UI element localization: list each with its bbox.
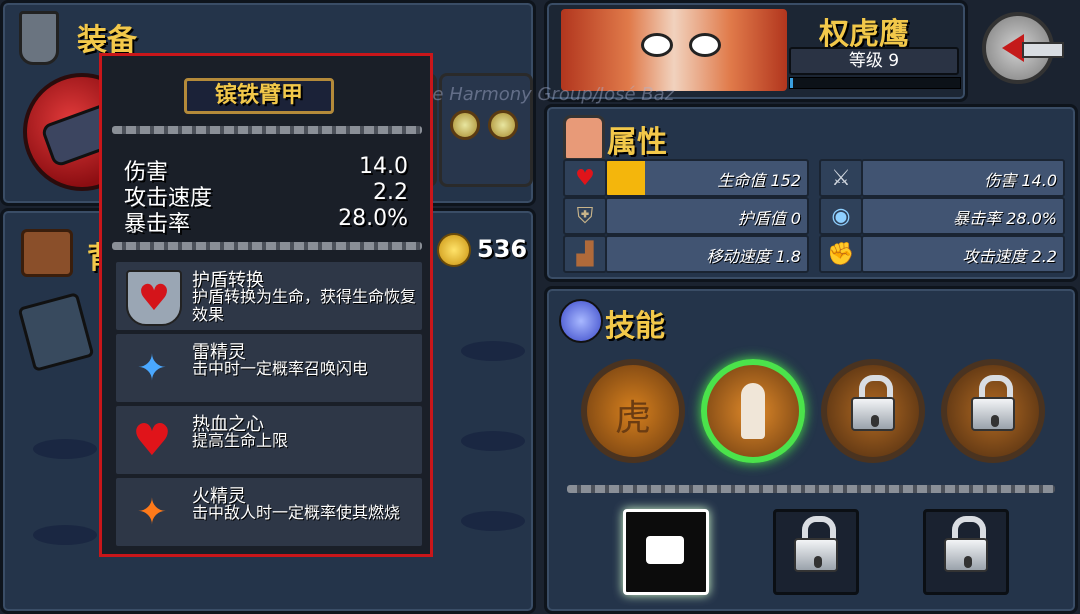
stat-attack-speed: 攻击速度 2.2 xyxy=(124,180,408,211)
empty-slot[interactable] xyxy=(461,341,525,361)
attributes-panel: 属性 ♥ 生命值 152 ⚔ 伤害 14.0 ⛨ 护盾值 0 ◉ 暴击率 28.0% ▟ 移动速度… xyxy=(544,104,1078,282)
character-portrait xyxy=(561,9,787,91)
effect-fire-sprite: ✦ 火精灵 击中敌人时一定概率使其燃烧 xyxy=(116,478,422,546)
empty-slot[interactable] xyxy=(33,439,97,459)
shield-icon: ⛨ xyxy=(563,197,607,235)
item-name: 镔铁臂甲 xyxy=(214,83,303,108)
attribute-row: ✊ 攻击速度 2.2 xyxy=(819,235,1065,273)
attribute-row: ▟ 移动速度 1.8 xyxy=(563,235,809,273)
lock-icon xyxy=(971,375,1015,431)
chain-divider xyxy=(112,126,422,134)
attribute-row: ⚔ 伤害 14.0 xyxy=(819,159,1065,197)
fire-sprite-icon: ✦ xyxy=(136,491,168,533)
empty-slot[interactable] xyxy=(461,511,525,531)
xp-bar xyxy=(789,77,961,89)
attribute-bar: 攻击速度 2.2 xyxy=(861,235,1065,273)
thunder-sprite-icon: ✦ xyxy=(136,347,168,389)
lock-icon xyxy=(794,516,838,572)
coin-icon xyxy=(437,233,471,267)
arrow-left-icon xyxy=(1002,34,1024,62)
back-button[interactable] xyxy=(978,8,1068,88)
attribute-label: 伤害 14.0 xyxy=(984,171,1057,190)
coin-count: 536 xyxy=(477,235,528,263)
lock-icon xyxy=(851,375,895,431)
level-label: 等级 9 xyxy=(848,51,900,71)
stat-damage: 伤害 14.0 xyxy=(124,154,408,185)
stat-value: 2.2 xyxy=(373,180,408,205)
eye-icon: ◉ xyxy=(819,197,863,235)
attribute-bar: 暴击率 28.0% xyxy=(861,197,1065,235)
locked-active-1[interactable] xyxy=(773,509,859,595)
stat-crit-rate: 暴击率 28.0% xyxy=(124,206,408,237)
skills-panel: 技能 虎 xyxy=(544,286,1078,614)
stat-value: 14.0 xyxy=(359,154,408,179)
level-box: 等级 9 xyxy=(789,47,959,75)
xp-fill xyxy=(790,78,794,88)
goggles-icon xyxy=(450,110,520,140)
item-tooltip: 镔铁臂甲 伤害 14.0 攻击速度 2.2 暴击率 28.0% ♥ 护盾转换 护… xyxy=(99,53,433,557)
locked-skill-2[interactable] xyxy=(941,359,1045,463)
body-icon xyxy=(563,115,605,161)
attribute-fill xyxy=(607,161,645,195)
attribute-label: 攻击速度 2.2 xyxy=(962,247,1057,266)
attribute-bar: 生命值 152 xyxy=(605,159,809,197)
attribute-bar: 移动速度 1.8 xyxy=(605,235,809,273)
attribute-label: 护盾值 0 xyxy=(737,209,801,228)
boot-icon: ▟ xyxy=(563,235,607,273)
fist-icon: ✊ xyxy=(819,235,863,273)
backpack-item-calculator[interactable] xyxy=(17,292,95,372)
tiger-skill[interactable]: 虎 xyxy=(581,359,685,463)
attribute-row: ⛨ 护盾值 0 xyxy=(563,197,809,235)
effect-thunder-sprite: ✦ 雷精灵 击中时一定概率召唤闪电 xyxy=(116,334,422,402)
figure-skill[interactable] xyxy=(701,359,805,463)
chain-divider xyxy=(112,242,422,250)
effect-desc: 击中敌人时一定概率使其燃烧 xyxy=(192,503,401,522)
attributes-title: 属性 xyxy=(607,125,667,160)
punch-icon xyxy=(646,536,684,564)
effect-hot-blood-heart: ♥ 热血之心 提高生命上限 xyxy=(116,406,422,474)
backpack-icon xyxy=(21,229,73,277)
item-name-plate: 镔铁臂甲 xyxy=(184,78,334,114)
effect-desc: 击中时一定概率召唤闪电 xyxy=(192,359,369,378)
punch-skill[interactable] xyxy=(623,509,709,595)
chain-divider xyxy=(567,485,1055,493)
effect-shield-convert: ♥ 护盾转换 护盾转换为生命，获得生命恢复效果 xyxy=(116,262,422,330)
coin-counter: 536 xyxy=(437,233,527,269)
skills-title: 技能 xyxy=(605,309,665,344)
attribute-bar: 护盾值 0 xyxy=(605,197,809,235)
sword-icon: ⚔ xyxy=(819,159,863,197)
effect-desc: 提高生命上限 xyxy=(192,431,289,450)
figure-icon xyxy=(741,383,765,439)
attribute-row: ♥ 生命值 152 xyxy=(563,159,809,197)
stat-label: 暴击率 xyxy=(124,212,191,237)
empty-slot[interactable] xyxy=(461,431,525,451)
heart-icon: ♥ xyxy=(132,414,172,466)
shield-heart-icon: ♥ xyxy=(126,270,182,326)
effect-desc: 护盾转换为生命，获得生命恢复效果 xyxy=(192,287,417,324)
empty-slot[interactable] xyxy=(33,525,97,545)
locked-skill-1[interactable] xyxy=(821,359,925,463)
attribute-row: ◉ 暴击率 28.0% xyxy=(819,197,1065,235)
heart-icon: ♥ xyxy=(563,159,607,197)
attribute-label: 移动速度 1.8 xyxy=(706,247,801,266)
lock-icon xyxy=(944,516,988,572)
attribute-label: 生命值 152 xyxy=(717,171,801,190)
equipment-icon xyxy=(19,11,59,65)
attribute-label: 暴击率 28.0% xyxy=(953,209,1057,228)
lightning-orb-icon xyxy=(559,299,603,343)
locked-active-2[interactable] xyxy=(923,509,1009,595)
tiger-glyph: 虎 xyxy=(614,398,651,439)
attribute-bar: 伤害 14.0 xyxy=(861,159,1065,197)
stat-value: 28.0% xyxy=(338,206,408,231)
